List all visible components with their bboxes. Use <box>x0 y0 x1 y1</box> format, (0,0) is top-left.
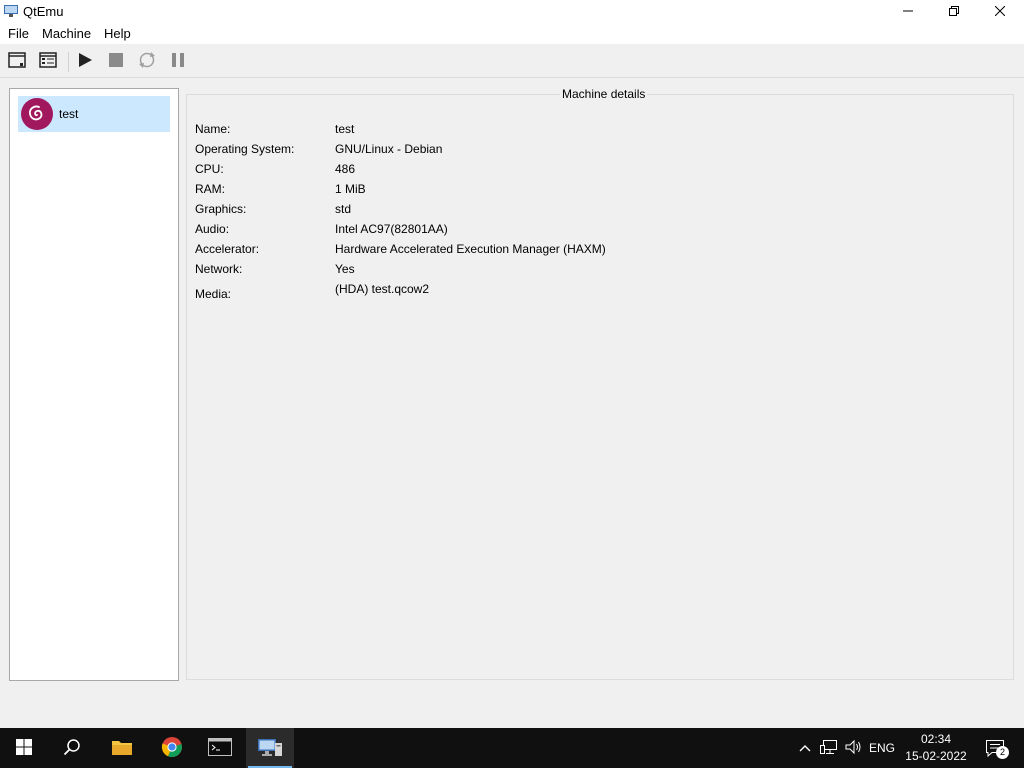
cpu-label: CPU: <box>195 162 224 176</box>
machine-settings-icon <box>39 51 57 72</box>
accelerator-label: Accelerator: <box>195 242 260 256</box>
name-value: test <box>335 122 355 136</box>
os-value: GNU/Linux - Debian <box>335 142 443 156</box>
network-value: Yes <box>335 262 355 276</box>
machine-details-group <box>186 94 1014 680</box>
file-explorer-button[interactable] <box>98 728 146 768</box>
new-machine-button[interactable] <box>6 50 28 72</box>
menu-file[interactable]: File <box>8 26 29 41</box>
start-icon <box>16 738 32 758</box>
reset-machine-button[interactable] <box>136 50 158 72</box>
menu-bar: File Machine Help <box>0 24 1024 44</box>
cpu-value: 486 <box>335 162 356 176</box>
start-machine-button[interactable] <box>74 50 96 72</box>
search-icon <box>63 738 81 759</box>
notification-icon: 2 <box>984 738 1009 759</box>
os-label: Operating System: <box>195 142 295 156</box>
restore-button[interactable] <box>931 0 977 24</box>
debian-icon <box>21 98 53 130</box>
media-label: Media: <box>195 287 232 301</box>
audio-value: Intel AC97(82801AA) <box>335 222 448 236</box>
file-explorer-icon <box>111 738 133 759</box>
machine-name-label: test <box>59 107 79 121</box>
network-tray-button[interactable] <box>818 728 840 768</box>
action-center-button[interactable]: 2 <box>980 728 1010 768</box>
close-icon <box>994 5 1006 19</box>
play-icon <box>77 52 93 71</box>
reset-icon <box>138 51 156 72</box>
graphics-label: Graphics: <box>195 202 247 216</box>
qtemu-app-icon <box>4 5 18 17</box>
toolbar <box>0 44 1024 78</box>
close-button[interactable] <box>977 0 1023 24</box>
search-button[interactable] <box>48 728 96 768</box>
restore-icon <box>949 5 959 19</box>
graphics-value: std <box>335 202 352 216</box>
clock-time: 02:34 <box>920 732 952 746</box>
volume-icon <box>845 739 863 758</box>
accelerator-value: Hardware Accelerated Execution Manager (… <box>335 242 606 256</box>
ram-value: 1 MiB <box>335 182 366 196</box>
network-icon <box>820 739 838 758</box>
title-bar: QtEmu <box>0 0 1024 24</box>
stop-machine-button[interactable] <box>105 50 127 72</box>
stop-icon <box>108 52 124 71</box>
terminal-icon <box>208 737 232 759</box>
qtemu-taskbar-button[interactable] <box>246 728 294 768</box>
notification-count-badge: 2 <box>996 746 1009 759</box>
chrome-button[interactable] <box>148 728 196 768</box>
machine-list: test <box>9 88 179 681</box>
new-machine-icon <box>8 51 26 72</box>
toolbar-separator <box>68 52 69 72</box>
pause-machine-button[interactable] <box>167 50 189 72</box>
chrome-icon <box>161 736 183 761</box>
ram-label: RAM: <box>195 182 225 196</box>
terminal-button[interactable] <box>196 728 244 768</box>
network-label: Network: <box>195 262 243 276</box>
minimize-button[interactable] <box>885 0 931 24</box>
minimize-icon <box>903 5 913 19</box>
name-label: Name: <box>195 122 231 136</box>
menu-help[interactable]: Help <box>104 26 131 41</box>
show-hidden-icons-button[interactable] <box>796 728 814 768</box>
chevron-up-icon <box>799 741 811 755</box>
audio-label: Audio: <box>195 222 230 236</box>
volume-tray-button[interactable] <box>843 728 865 768</box>
taskbar: ENG 02:34 15-02-2022 2 <box>0 728 1024 768</box>
menu-machine[interactable]: Machine <box>42 26 91 41</box>
clock[interactable]: 02:34 15-02-2022 <box>900 731 972 765</box>
machine-details-title: Machine details <box>560 87 648 101</box>
language-indicator[interactable]: ENG <box>866 728 898 768</box>
pause-icon <box>170 52 186 71</box>
start-button[interactable] <box>0 728 48 768</box>
qtemu-icon <box>257 737 283 760</box>
machine-settings-button[interactable] <box>37 50 59 72</box>
window-title: QtEmu <box>23 4 64 19</box>
clock-date: 15-02-2022 <box>905 749 967 763</box>
media-value: (HDA) test.qcow2 <box>335 282 430 296</box>
machine-list-item[interactable]: test <box>18 96 170 132</box>
